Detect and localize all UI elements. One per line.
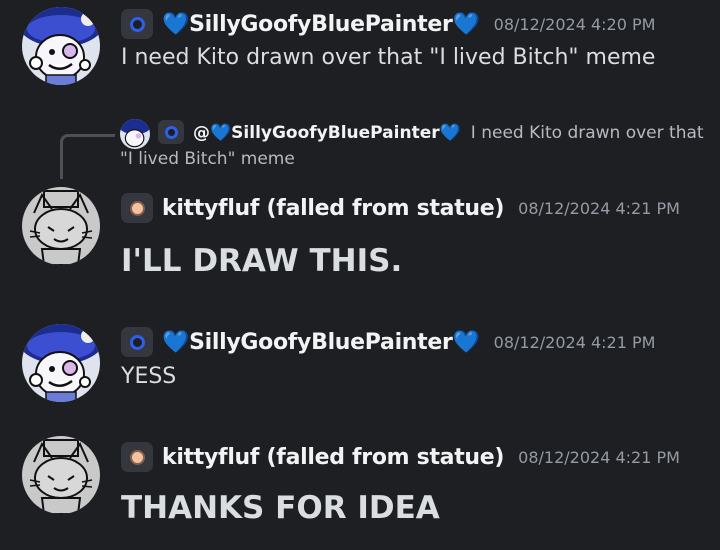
message-header: 💙SillyGoofyBluePainter💙 08/12/2024 4:21 … — [121, 326, 655, 358]
avatar[interactable] — [22, 324, 100, 402]
avatar[interactable] — [22, 7, 100, 85]
timestamp: 08/12/2024 4:21 PM — [518, 447, 680, 467]
sketch-cat-icon — [22, 187, 100, 265]
server-tag-icon — [129, 200, 145, 216]
author-name[interactable]: kittyfluf (falled from statue) — [162, 445, 504, 470]
reply-connector — [60, 134, 115, 179]
timestamp: 08/12/2024 4:21 PM — [518, 198, 680, 218]
avatar[interactable] — [22, 436, 100, 514]
message-content: THANKS FOR IDEA — [121, 490, 440, 526]
message-content: YESS — [121, 364, 177, 389]
reply-preview: @💙SillyGoofyBluePainter💙 I need Kito draw… — [120, 120, 720, 172]
chat-log: 💙SillyGoofyBluePainter💙 08/12/2024 4:20 … — [0, 0, 720, 550]
server-tag[interactable] — [121, 442, 153, 472]
author-name[interactable]: 💙SillyGoofyBluePainter💙 — [162, 330, 480, 355]
blue-hat-character-icon — [22, 324, 100, 402]
server-tag-icon — [129, 334, 145, 350]
server-tag[interactable] — [121, 9, 153, 39]
timestamp: 08/12/2024 4:21 PM — [493, 332, 656, 352]
reply-mention[interactable]: @💙SillyGoofyBluePainter💙 — [193, 123, 461, 143]
sketch-cat-icon — [22, 436, 100, 514]
timestamp: 08/12/2024 4:20 PM — [493, 14, 656, 34]
server-tag[interactable] — [121, 327, 153, 357]
author-name[interactable]: 💙SillyGoofyBluePainter💙 — [162, 12, 480, 37]
message-header: 💙SillyGoofyBluePainter💙 08/12/2024 4:20 … — [121, 8, 655, 40]
server-tag[interactable] — [121, 193, 153, 223]
author-name[interactable]: kittyfluf (falled from statue) — [162, 196, 504, 221]
reply-reference[interactable]: @💙SillyGoofyBluePainter💙 I need Kito draw… — [60, 116, 720, 179]
message-header: kittyfluf (falled from statue) 08/12/202… — [121, 192, 680, 224]
message-content: I'LL DRAW THIS. — [121, 243, 403, 279]
message-header: kittyfluf (falled from statue) 08/12/202… — [121, 441, 680, 473]
message-content: I need Kito drawn over that "I lived Bit… — [121, 45, 656, 70]
server-tag-icon — [129, 449, 145, 465]
avatar[interactable] — [22, 187, 100, 265]
server-tag-icon — [129, 16, 145, 32]
blue-hat-character-icon — [22, 7, 100, 85]
